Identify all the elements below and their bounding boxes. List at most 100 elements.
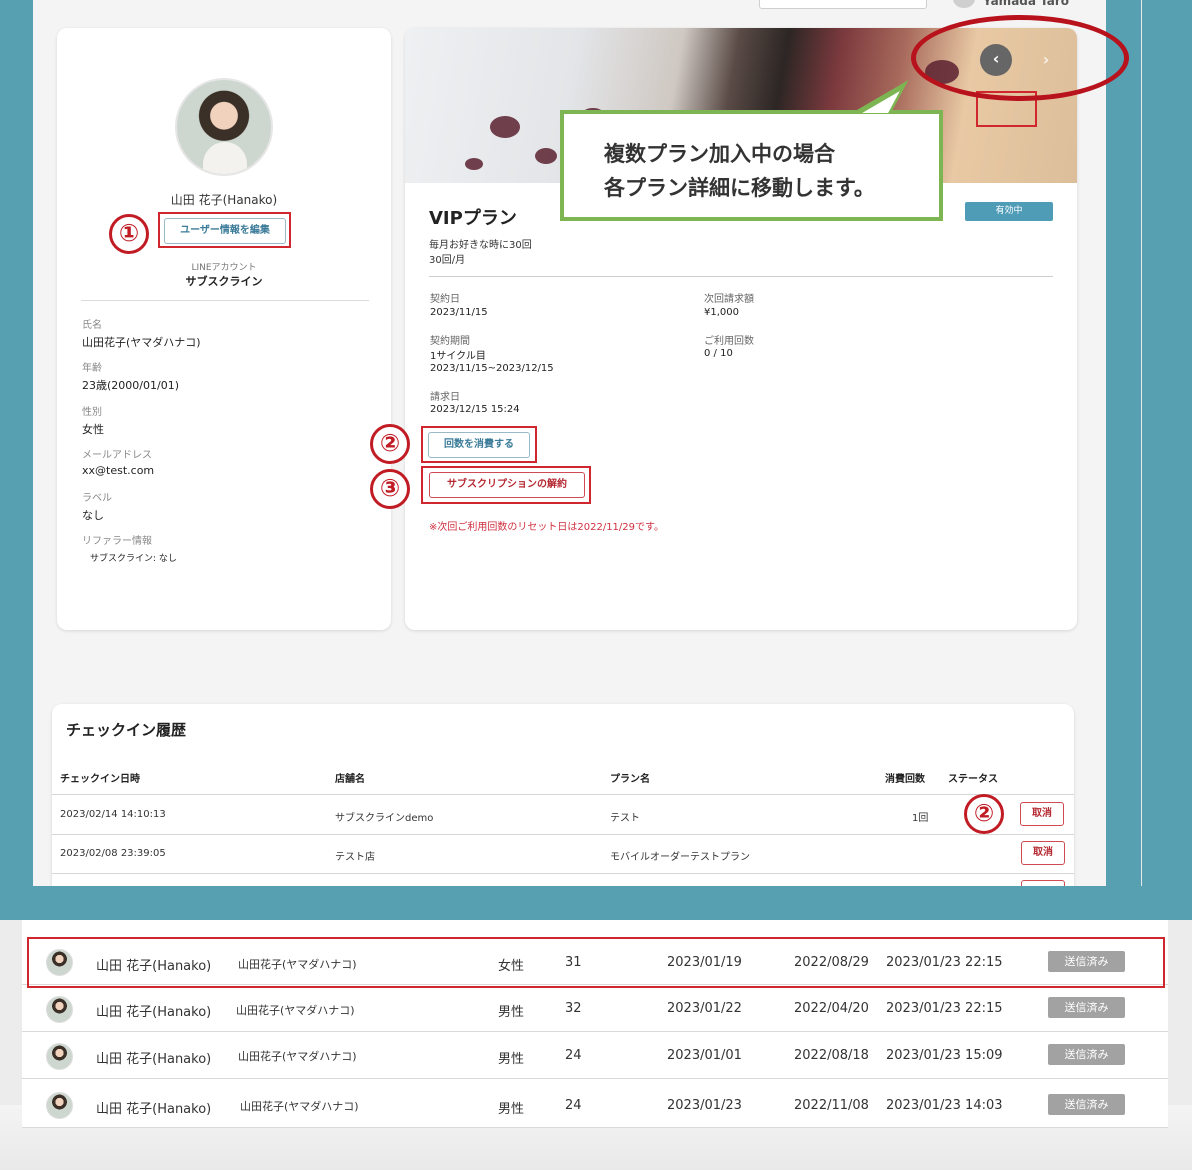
field-email-value: xx@test.com xyxy=(82,464,155,477)
history-row-datetime: 2023/02/14 14:10:13 xyxy=(60,809,166,820)
next-amount-label: 次回請求額 xyxy=(704,294,754,305)
edit-user-button[interactable]: ユーザー情報を編集 xyxy=(164,218,286,244)
row-age: 32 xyxy=(565,1001,582,1016)
field-age-value: 23歳(2000/01/01) xyxy=(82,379,179,392)
checkin-cancel-button-partial[interactable] xyxy=(1021,880,1065,886)
row-date1: 2023/01/23 xyxy=(667,1098,742,1113)
plan-title: VIPプラン xyxy=(429,208,517,229)
field-name-value: 山田花子(ヤマダハナコ) xyxy=(82,336,201,349)
field-label-value: なし xyxy=(82,509,104,522)
row-divider xyxy=(22,1127,1168,1128)
history-row-store: テスト店 xyxy=(335,852,375,863)
col-plan-name: プラン名 xyxy=(610,774,650,785)
profile-card: 山田 花子(Hanako) ユーザー情報を編集 LINEアカウント サブスクライ… xyxy=(57,28,391,630)
field-gender-value: 女性 xyxy=(82,423,104,436)
col-status: ステータス xyxy=(948,774,998,785)
banner-decor xyxy=(490,116,520,138)
checkin-cancel-button[interactable]: 取消 xyxy=(1020,802,1064,826)
plan-frequency: 30回/月 xyxy=(429,255,466,266)
col-consumed-count: 消費回数 xyxy=(885,774,925,785)
row-datetime: 2023/01/23 22:15 xyxy=(886,1001,1003,1016)
row-age: 24 xyxy=(565,1098,582,1113)
slider-highlight-ellipse xyxy=(911,15,1129,101)
table-row[interactable]: 山田 花子(Hanako) 山田花子(ヤマダハナコ) 男性 32 2023/01… xyxy=(22,985,1168,1032)
frame-right-line xyxy=(1141,0,1142,886)
avatar-body xyxy=(203,142,247,174)
profile-display-name: 山田 花子(Hanako) xyxy=(170,193,278,207)
billing-date-value: 2023/12/15 15:24 xyxy=(430,404,520,415)
marker-three: ③ xyxy=(370,469,410,509)
contract-period-range: 2023/11/15~2023/12/15 xyxy=(430,363,554,374)
row-gender: 男性 xyxy=(498,1102,525,1117)
status-badge: 送信済み xyxy=(1048,1044,1125,1065)
reset-note: ※次回ご利用回数のリセット日は2022/11/29です。 xyxy=(429,522,665,533)
field-referrer-value: サブスクライン: なし xyxy=(90,554,177,564)
callout-line-1: 複数プラン加入中の場合 xyxy=(604,142,835,166)
field-email-label: メールアドレス xyxy=(82,450,152,461)
callout-box: 複数プラン加入中の場合 各プラン詳細に移動します。 xyxy=(560,110,943,221)
profile-divider xyxy=(81,300,369,301)
row-avatar xyxy=(46,1092,73,1119)
search-input[interactable] xyxy=(759,0,927,9)
row-age: 24 xyxy=(565,1048,582,1063)
table-row[interactable]: 山田 花子(Hanako) 山田花子(ヤマダハナコ) 男性 24 2023/01… xyxy=(22,1032,1168,1079)
usage-value: 0 / 10 xyxy=(704,348,733,359)
row-avatar xyxy=(46,996,73,1023)
plan-divider xyxy=(429,276,1053,277)
col-checkin-datetime: チェックイン日時 xyxy=(60,774,140,785)
callout-line-2: 各プラン詳細に移動します。 xyxy=(604,176,875,200)
plan-description: 毎月お好きな時に30回 xyxy=(429,240,532,251)
row-kana: 山田花子(ヤマダハナコ) xyxy=(240,1100,359,1113)
marker-two-history: ② xyxy=(964,794,1004,834)
status-badge: 有効中 xyxy=(965,202,1053,221)
header-avatar[interactable] xyxy=(953,0,975,8)
history-divider xyxy=(52,834,1074,835)
marker-two: ② xyxy=(370,424,410,464)
consume-count-button[interactable]: 回数を消費する xyxy=(428,432,530,458)
row-gender: 男性 xyxy=(498,1005,525,1020)
status-badge: 送信済み xyxy=(1048,997,1125,1018)
field-gender-label: 性別 xyxy=(82,407,102,418)
row-highlight xyxy=(27,937,1165,988)
cancel-subscription-button[interactable]: サブスクリプションの解約 xyxy=(429,472,585,498)
banner-decor xyxy=(535,148,557,164)
row-date1: 2023/01/01 xyxy=(667,1048,742,1063)
line-account-label: LINEアカウント xyxy=(191,263,257,273)
history-title: チェックイン履歴 xyxy=(66,721,187,739)
contract-date-label: 契約日 xyxy=(430,294,460,305)
checkin-history-card: チェックイン履歴 チェックイン日時 店舗名 プラン名 消費回数 ステータス 20… xyxy=(52,704,1074,886)
table-row[interactable]: 山田 花子(Hanako) 山田花子(ヤマダハナコ) 男性 24 2023/01… xyxy=(22,1079,1168,1126)
banner-decor xyxy=(465,158,483,170)
field-name-label: 氏名 xyxy=(82,320,102,331)
checkin-cancel-button[interactable]: 取消 xyxy=(1021,841,1065,865)
frame-right-edge xyxy=(1106,0,1142,886)
marker-one: ① xyxy=(109,214,149,254)
history-row-count: 1回 xyxy=(912,813,929,824)
field-label-label: ラベル xyxy=(82,493,112,504)
billing-date-label: 請求日 xyxy=(430,392,460,403)
history-divider xyxy=(52,873,1074,874)
row-date2: 2022/08/18 xyxy=(794,1048,869,1063)
line-account-value: サブスクライン xyxy=(185,275,263,288)
next-amount-value: ¥1,000 xyxy=(704,307,739,318)
row-datetime: 2023/01/23 15:09 xyxy=(886,1048,1003,1063)
field-age-label: 年齢 xyxy=(82,363,102,374)
status-badge: 送信済み xyxy=(1048,1094,1125,1115)
avatar xyxy=(175,78,273,176)
history-row-plan: モバイルオーダーテストプラン xyxy=(610,852,750,863)
contract-period-label: 契約期間 xyxy=(430,336,470,347)
row-date2: 2022/04/20 xyxy=(794,1001,869,1016)
col-store-name: 店舗名 xyxy=(335,774,365,785)
field-referrer-label: リファラー情報 xyxy=(82,536,152,547)
header-user-name[interactable]: Yamada Taro xyxy=(983,0,1069,8)
row-kana: 山田花子(ヤマダハナコ) xyxy=(236,1004,355,1017)
history-row-plan: テスト xyxy=(610,813,640,824)
row-kana: 山田花子(ヤマダハナコ) xyxy=(238,1050,357,1063)
row-name: 山田 花子(Hanako) xyxy=(96,1005,212,1020)
row-name: 山田 花子(Hanako) xyxy=(96,1102,212,1117)
row-name: 山田 花子(Hanako) xyxy=(96,1052,212,1067)
history-row-datetime: 2023/02/08 23:39:05 xyxy=(60,848,166,859)
history-divider xyxy=(52,794,1074,795)
row-date1: 2023/01/22 xyxy=(667,1001,742,1016)
row-avatar xyxy=(46,1043,73,1070)
